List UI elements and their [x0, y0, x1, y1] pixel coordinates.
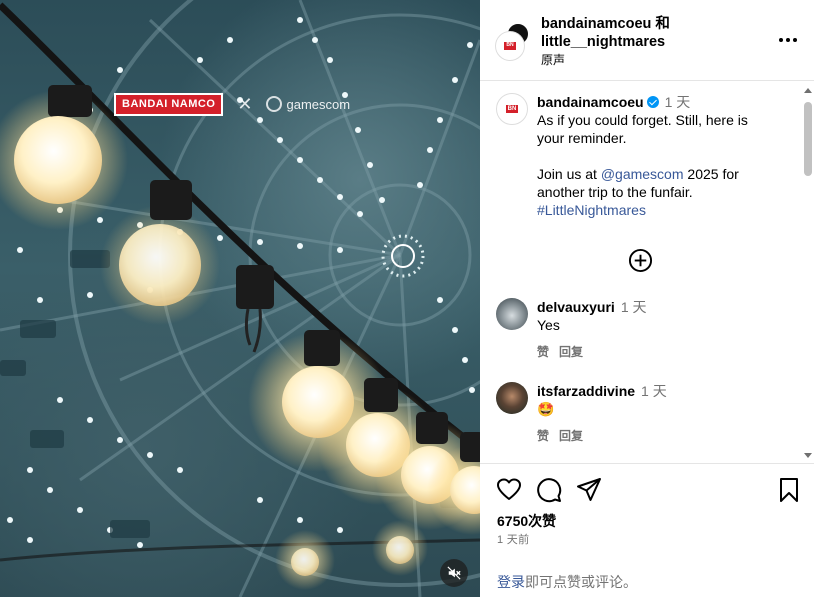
comment-text: 🤩 — [537, 401, 555, 417]
ferris-wheel-scene — [0, 0, 480, 597]
comment-item: itsfarzaddivine 1 天 🤩 赞 回复 — [496, 382, 796, 452]
actions-divider — [480, 463, 814, 464]
comment-username[interactable]: itsfarzaddivine — [537, 383, 635, 399]
comment-time[interactable]: 1 天 — [621, 299, 647, 315]
bandainamco-avatar[interactable]: BN — [496, 32, 524, 60]
mention-link[interactable]: @gamescom — [601, 166, 684, 182]
comments-scroll-area[interactable]: BN bandainamcoeu 1 天 As if you could forg… — [480, 82, 814, 462]
scrollbar-thumb[interactable] — [804, 102, 812, 176]
comment-text: Yes — [537, 317, 560, 333]
caption-body: bandainamcoeu 1 天 As if you could forget.… — [537, 93, 777, 219]
comment-actions: 赞 回复 — [537, 343, 583, 360]
login-prompt: 登录即可点赞或评论。 — [497, 572, 637, 592]
likes-count[interactable]: 6750次赞 — [497, 511, 556, 531]
login-link[interactable]: 登录 — [497, 574, 525, 590]
post-media-video[interactable]: BANDAI NAMCO ✕ gamescom — [0, 0, 480, 597]
share-icon[interactable] — [576, 477, 602, 503]
comment-like-button[interactable]: 赞 — [537, 427, 549, 444]
hashtag-link[interactable]: #LittleNightmares — [537, 202, 646, 218]
comment-body: delvauxyuri 1 天 Yes — [537, 298, 647, 334]
mini-bandai-namco-logo: BN — [504, 42, 516, 50]
original-audio-label[interactable]: 原声 — [541, 51, 565, 68]
comment-item: delvauxyuri 1 天 Yes 赞 回复 — [496, 298, 796, 368]
speaker-muted-icon — [447, 566, 461, 580]
comment-reply-button[interactable]: 回复 — [559, 343, 583, 360]
bandai-namco-logo: BANDAI NAMCO — [114, 92, 224, 116]
post-details-panel: BN bandainamcoeu 和 little__nightmares 原声… — [480, 0, 814, 597]
scroll-up-arrow-icon[interactable] — [804, 88, 812, 93]
post-author-names[interactable]: bandainamcoeu 和 little__nightmares — [541, 15, 751, 51]
comment-body: itsfarzaddivine 1 天 🤩 — [537, 382, 667, 418]
comment-reply-button[interactable]: 回复 — [559, 427, 583, 444]
load-more-comments-icon[interactable] — [628, 248, 653, 273]
mute-toggle-button[interactable] — [440, 559, 468, 587]
commenter-avatar[interactable] — [496, 298, 528, 330]
gamescom-text: gamescom — [286, 96, 351, 112]
post-actions-bar — [496, 477, 800, 503]
caption-avatar[interactable]: BN — [496, 93, 528, 125]
post-header: BN bandainamcoeu 和 little__nightmares 原声 — [480, 0, 814, 81]
comment-like-button[interactable]: 赞 — [537, 343, 549, 360]
verified-badge-icon — [646, 96, 659, 108]
bookmark-icon[interactable] — [776, 477, 802, 503]
gamescom-ring-icon — [266, 96, 283, 112]
heart-icon[interactable] — [496, 477, 522, 503]
more-options-button[interactable] — [776, 30, 800, 50]
comment-icon[interactable] — [536, 477, 562, 503]
gamescom-logo: gamescom — [266, 96, 350, 112]
comment-time[interactable]: 1 天 — [641, 383, 667, 399]
login-prompt-text: 即可点赞或评论。 — [525, 574, 637, 590]
collab-avatars[interactable]: BN — [496, 22, 530, 60]
commenter-avatar[interactable] — [496, 382, 528, 414]
times-symbol: ✕ — [237, 94, 253, 114]
scroll-down-arrow-icon[interactable] — [804, 453, 812, 458]
comment-actions: 赞 回复 — [537, 427, 583, 444]
caption-line-1: As if you could forget. Still, here is y… — [537, 112, 748, 146]
more-dot-icon — [786, 38, 790, 42]
caption-line-2: Join us at @gamescom 2025 for another tr… — [537, 166, 739, 200]
comment-username[interactable]: delvauxyuri — [537, 299, 615, 315]
mini-bandai-namco-logo: BN — [505, 104, 519, 114]
caption-time[interactable]: 1 天 — [665, 94, 691, 110]
caption-username[interactable]: bandainamcoeu — [537, 94, 644, 110]
scrollbar[interactable] — [802, 88, 814, 458]
more-dot-icon — [793, 38, 797, 42]
brand-overlay: BANDAI NAMCO ✕ gamescom — [114, 92, 350, 116]
more-dot-icon — [779, 38, 783, 42]
post-timestamp[interactable]: 1 天前 — [497, 531, 529, 547]
